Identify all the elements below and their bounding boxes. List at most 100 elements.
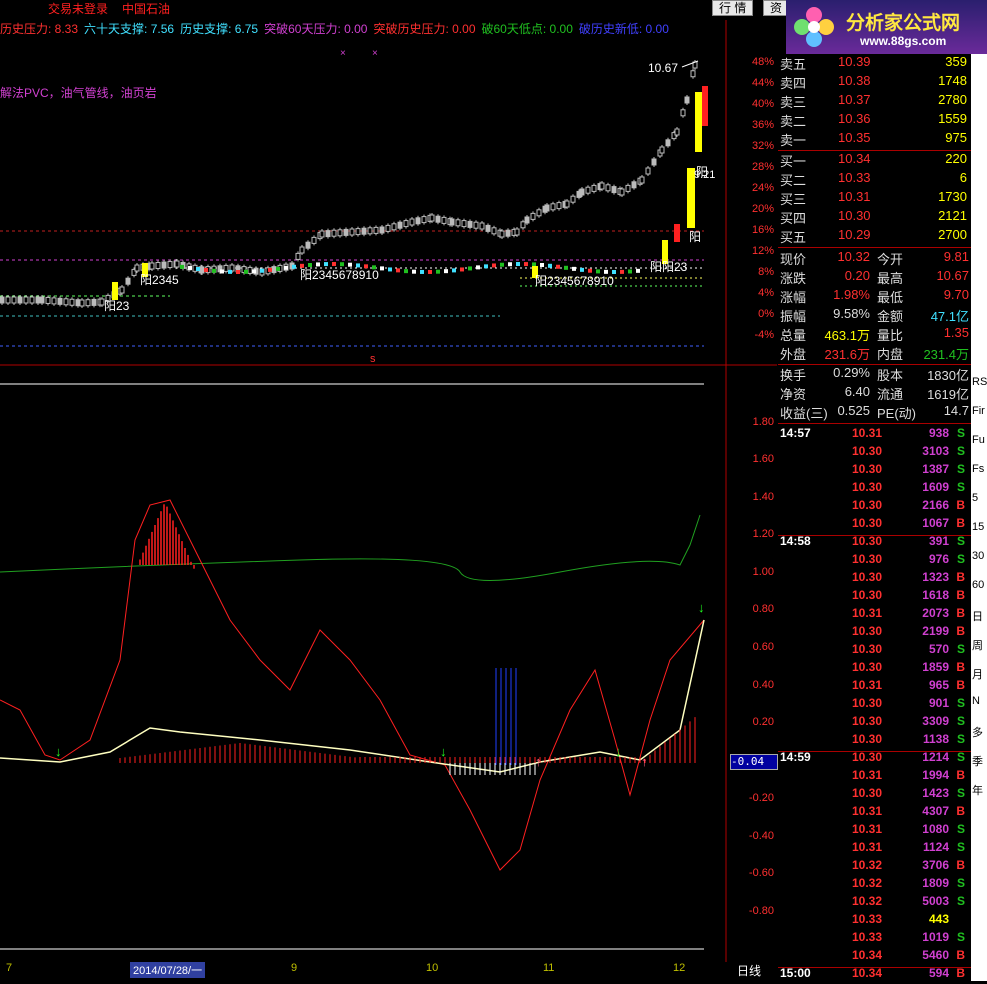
- orderbook-label: 买一: [780, 154, 807, 169]
- toolbar-button[interactable]: 多: [972, 724, 986, 740]
- chart-area[interactable]: ↓ ↓ ↓↓↑ ↑ × × s 10.67 9.21 阳23 阳2345 阳23456…: [0, 20, 777, 962]
- orderbook-price: 10.29: [838, 227, 871, 242]
- tick-price: 10.30: [852, 516, 883, 530]
- toolbar-button[interactable]: Fir: [972, 405, 986, 417]
- candle-body: [349, 228, 355, 236]
- tick-volume: 901: [928, 696, 949, 710]
- toolbar-button[interactable]: 年: [972, 782, 986, 798]
- tick-volume: 2073: [922, 606, 949, 620]
- candle-body: [520, 221, 526, 229]
- candle-body: [337, 229, 343, 237]
- signal-line: [0, 619, 705, 773]
- orderbook-label: 买五: [780, 230, 807, 245]
- orderbook-price: 10.31: [838, 189, 871, 204]
- stat-label: 金额: [877, 309, 904, 324]
- tick-volume: 443: [928, 912, 949, 926]
- stat-label: 内盘: [877, 347, 904, 362]
- osc-axis-label: 1.20: [752, 528, 774, 540]
- price-axis-label: 48%: [751, 56, 774, 68]
- date-label: 9: [291, 962, 298, 974]
- candle-body: [85, 299, 91, 307]
- toolbar-button[interactable]: 季: [972, 753, 986, 769]
- candle-body: [69, 298, 75, 306]
- candle-body: [435, 215, 441, 223]
- price-dot: [284, 265, 288, 270]
- toolbar-button[interactable]: Fu: [972, 434, 986, 446]
- date-label: 7: [6, 962, 13, 974]
- signal-bar: [695, 92, 702, 152]
- price-dot: [212, 268, 216, 273]
- tick-row: 10.31 965 B: [778, 678, 971, 696]
- candle-body: [17, 296, 23, 304]
- orderbook-price: 10.33: [838, 170, 871, 185]
- toolbar-button[interactable]: RS: [972, 376, 987, 388]
- toolbar-button[interactable]: N: [972, 695, 986, 707]
- price-dot: [580, 267, 584, 272]
- toolbar-button[interactable]: 30: [972, 550, 986, 562]
- price-dot: [628, 269, 632, 274]
- candle-body: [625, 184, 631, 192]
- candle-body: [23, 296, 29, 304]
- stat-value: 9.58%: [833, 306, 870, 321]
- tick-price: 10.30: [852, 750, 883, 764]
- orderbook-label: 卖四: [780, 76, 807, 91]
- stat-row: 总量 463.1万 量比 1.35: [778, 325, 971, 344]
- tick-time: 14:59: [780, 750, 811, 764]
- tick-time: 15:00: [780, 966, 811, 980]
- period-selector[interactable]: 日线: [737, 962, 761, 979]
- candle-body: [361, 227, 367, 235]
- stat-value: 463.1万: [824, 328, 870, 343]
- toolbar-button[interactable]: Fs: [972, 463, 986, 475]
- site-logo: 分析家公式网 www.88gs.com: [786, 0, 987, 54]
- candle-body: [639, 176, 645, 184]
- toolbar-button[interactable]: 日: [972, 608, 986, 624]
- candle-body: [355, 228, 361, 236]
- tick-volume: 3103: [922, 444, 949, 458]
- price-dot: [348, 262, 352, 267]
- tick-volume: 1609: [922, 480, 949, 494]
- candle-body: [199, 266, 205, 274]
- tick-volume: 1138: [922, 732, 949, 746]
- price-dot: [308, 263, 312, 268]
- tick-row: 10.32 5003 S: [778, 894, 971, 912]
- toolbar-button[interactable]: 月: [972, 666, 986, 682]
- candle-body: [397, 221, 403, 229]
- orderbook-price: 10.38: [838, 73, 871, 88]
- tick-time: 14:57: [780, 426, 811, 440]
- price-dot: [260, 268, 264, 273]
- candle-body: [91, 298, 97, 306]
- orderbook-vol: 2121: [938, 208, 967, 223]
- orderbook-buy-row: 买二 10.33 6: [778, 170, 971, 189]
- login-status[interactable]: 交易未登录: [48, 0, 108, 17]
- candle-body: [134, 264, 140, 272]
- tick-side: B: [956, 768, 965, 782]
- up-arrow-icon: ↑: [641, 754, 648, 769]
- orderbook-vol: 359: [945, 54, 967, 69]
- tick-row: 10.30 1859 B: [778, 660, 971, 678]
- orderbook-buy-row: 买一 10.34 220: [778, 151, 971, 170]
- toolbar-button[interactable]: 60: [972, 579, 986, 591]
- tick-side: S: [956, 750, 965, 764]
- candle-body: [421, 216, 427, 224]
- tick-price: 10.30: [852, 570, 883, 584]
- candle-body: [499, 230, 505, 238]
- stat-label: 最低: [877, 290, 904, 305]
- candle-body: [599, 182, 605, 190]
- toolbar-button[interactable]: 5: [972, 492, 986, 504]
- price-dot: [548, 263, 552, 268]
- tick-price: 10.34: [852, 948, 883, 962]
- signal-bar: [112, 282, 118, 300]
- price-dot: [524, 262, 528, 267]
- down-arrow-icon: ↓: [698, 600, 705, 615]
- tick-side: B: [956, 804, 965, 818]
- stat-value: 9.70: [943, 287, 969, 302]
- price-dot: [532, 262, 536, 267]
- candle-body: [379, 226, 385, 234]
- market-button[interactable]: 行 情: [712, 0, 754, 16]
- toolbar-button[interactable]: 15: [972, 521, 986, 533]
- tick-row: 10.30 2166 B: [778, 498, 971, 516]
- candle-body: [514, 228, 520, 236]
- orderbook-label: 卖二: [780, 114, 807, 129]
- stat-value: 0.20: [844, 268, 870, 283]
- toolbar-button[interactable]: 周: [972, 637, 986, 653]
